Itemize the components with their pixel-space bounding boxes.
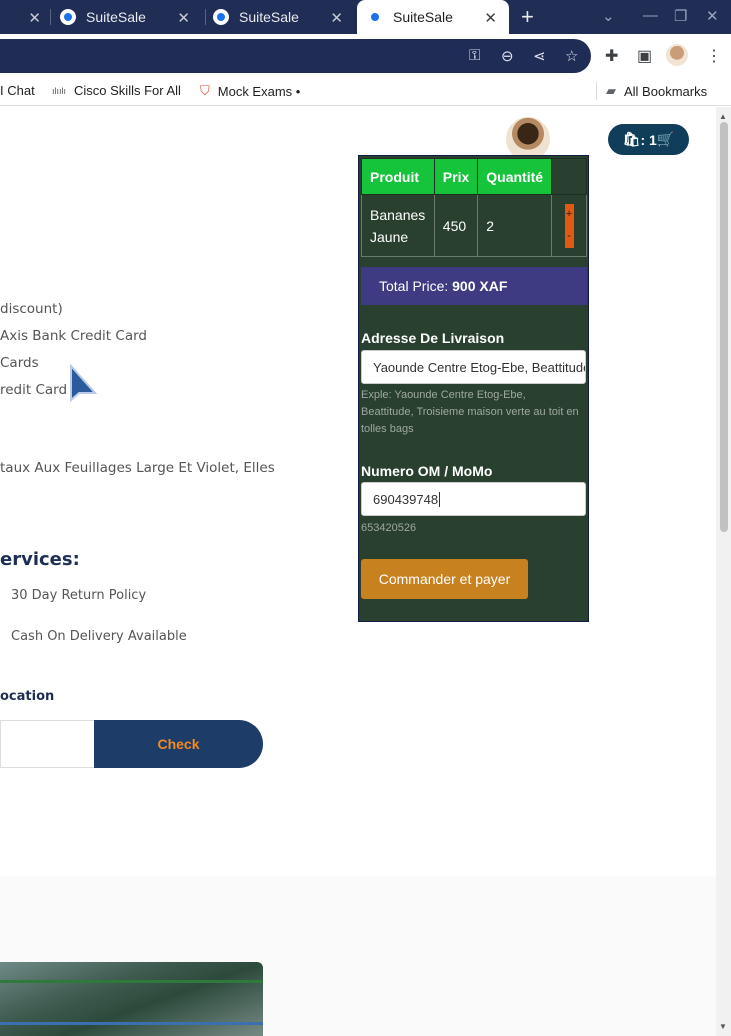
cart-count: : 1: [640, 131, 657, 148]
increase-qty-button[interactable]: +: [564, 203, 574, 226]
momo-label: Numero OM / MoMo: [361, 463, 493, 479]
product-photo: [0, 962, 263, 1036]
cart-table: Produit Prix Quantité Bananes Jaune 450 …: [361, 158, 587, 257]
tab-separator: [50, 9, 51, 25]
bookmark-label: Cisco Skills For All: [74, 83, 181, 98]
profile-avatar[interactable]: [666, 44, 688, 66]
header-quantity: Quantité: [477, 158, 553, 195]
discount-text: discount): [0, 301, 63, 317]
header-price: Prix: [433, 158, 479, 195]
close-tab-icon[interactable]: ✕: [330, 9, 343, 27]
service-cash-on-delivery: Cash On Delivery Available: [11, 629, 187, 644]
header-actions: [551, 158, 587, 195]
table-row: Bananes Jaune 450 2 + -: [361, 194, 587, 257]
text-caret: [439, 491, 441, 507]
share-icon[interactable]: ⋖: [533, 47, 546, 65]
scroll-down-icon[interactable]: ▼: [719, 1022, 727, 1031]
bookmark-star-icon[interactable]: ☆: [565, 47, 578, 65]
close-tab-icon[interactable]: ✕: [177, 9, 190, 27]
bookmark-mock-exams[interactable]: ⛉ Mock Exams •: [200, 83, 300, 99]
product-description: taux Aux Feuillages Large Et Violet, Ell…: [0, 460, 275, 476]
total-value: 900 XAF: [452, 278, 508, 294]
tab-1[interactable]: SuiteSale ✕: [60, 0, 202, 34]
tab-separator: [205, 9, 206, 25]
cisco-icon: ılıılı: [52, 85, 67, 96]
bookmark-cisco[interactable]: ılıılı Cisco Skills For All: [52, 83, 181, 98]
close-tab-icon[interactable]: ✕: [484, 9, 497, 27]
bookmark-label: Mock Exams •: [217, 83, 301, 99]
location-label: ocation: [0, 689, 55, 704]
service-return-policy: 30 Day Return Policy: [11, 588, 147, 603]
mouse-pointer-icon: [70, 364, 98, 403]
momo-value: 690439748: [373, 491, 439, 507]
total-label: Total Price:: [379, 278, 449, 294]
suitesale-favicon-icon: [367, 9, 383, 25]
bookmark-label: I Chat: [0, 83, 35, 98]
address-hint: Exple: Yaounde Centre Etog-Ebe, Beattitu…: [361, 389, 579, 435]
minimize-icon[interactable]: —: [643, 7, 658, 24]
scrollbar-thumb[interactable]: [720, 122, 728, 532]
momo-hint: 653420526: [361, 522, 417, 534]
bookmarks-separator: [596, 82, 597, 100]
bookmark-chat[interactable]: I Chat: [0, 83, 35, 98]
offer-axis-bank: Axis Bank Credit Card: [0, 328, 147, 344]
extensions-puzzle-icon[interactable]: ✚: [605, 46, 618, 66]
browser-menu-icon[interactable]: ⋮: [706, 46, 722, 66]
tab-2[interactable]: SuiteSale ✕: [213, 0, 355, 34]
page-content: discount) Axis Bank Credit Card Cards re…: [0, 107, 716, 1036]
key-icon[interactable]: ⚿: [469, 47, 480, 64]
offer-credit-card: redit Card: [0, 382, 68, 398]
folder-icon: ▰: [606, 83, 616, 98]
all-bookmarks[interactable]: ▰ All Bookmarks: [606, 83, 707, 99]
tab-title: SuiteSale: [86, 9, 146, 25]
close-window-icon[interactable]: ✕: [706, 7, 719, 25]
cell-qty-controls: + -: [551, 194, 587, 257]
new-tab-button[interactable]: +: [521, 4, 534, 30]
tab-strip: ✕ SuiteSale ✕ SuiteSale ✕ SuiteSale ✕ + …: [0, 0, 731, 34]
tab-title: SuiteSale: [393, 9, 453, 25]
tab-0[interactable]: ✕: [0, 0, 50, 34]
cell-price: 450: [433, 194, 479, 257]
cell-quantity: 2: [477, 194, 553, 257]
header-product: Produit: [361, 158, 435, 195]
services-title: ervices:: [0, 549, 80, 570]
browser-toolbar: ⚿ ⊖ ⋖ ☆ ✚ ▣ ⋮: [0, 34, 731, 76]
decrease-qty-button[interactable]: -: [564, 225, 574, 248]
scroll-up-icon[interactable]: ▲: [719, 112, 727, 121]
cart-panel: Produit Prix Quantité Bananes Jaune 450 …: [358, 155, 589, 622]
cell-product: Bananes Jaune: [361, 194, 435, 257]
offer-cards: Cards: [0, 355, 39, 371]
tab-title: SuiteSale: [239, 9, 299, 25]
address-input[interactable]: Yaounde Centre Etog-Ebe, Beattitude: [361, 350, 586, 384]
check-button[interactable]: Check: [94, 720, 263, 768]
momo-input[interactable]: 690439748: [361, 482, 586, 516]
address-label: Adresse De Livraison: [361, 330, 505, 346]
order-and-pay-button[interactable]: Commander et payer: [361, 559, 528, 599]
total-price-bar: Total Price: 900 XAF: [361, 267, 587, 305]
bookmarks-bar: I Chat ılıılı Cisco Skills For All ⛉ Moc…: [0, 76, 731, 106]
cart-badge[interactable]: 🛍 : 1 🛒: [608, 124, 689, 155]
restore-icon[interactable]: ❐: [674, 7, 687, 25]
suitesale-favicon-icon: [213, 9, 229, 25]
all-bookmarks-label: All Bookmarks: [624, 83, 708, 99]
shopping-bag-icon: 🛍: [622, 131, 641, 147]
tab-search-chevron-icon[interactable]: ⌄: [602, 7, 615, 25]
cart-header-row: Produit Prix Quantité: [361, 158, 587, 195]
tab-3-active[interactable]: SuiteSale ✕: [357, 0, 509, 34]
side-panel-icon[interactable]: ▣: [637, 46, 652, 66]
zoom-icon[interactable]: ⊖: [501, 47, 514, 65]
location-input[interactable]: [0, 720, 96, 768]
cart-icon: 🛒: [656, 131, 675, 147]
shield-icon: ⛉: [200, 83, 210, 98]
suitesale-favicon-icon: [60, 9, 76, 25]
close-tab-icon[interactable]: ✕: [28, 9, 41, 27]
address-bar[interactable]: ⚿ ⊖ ⋖ ☆: [0, 39, 591, 73]
